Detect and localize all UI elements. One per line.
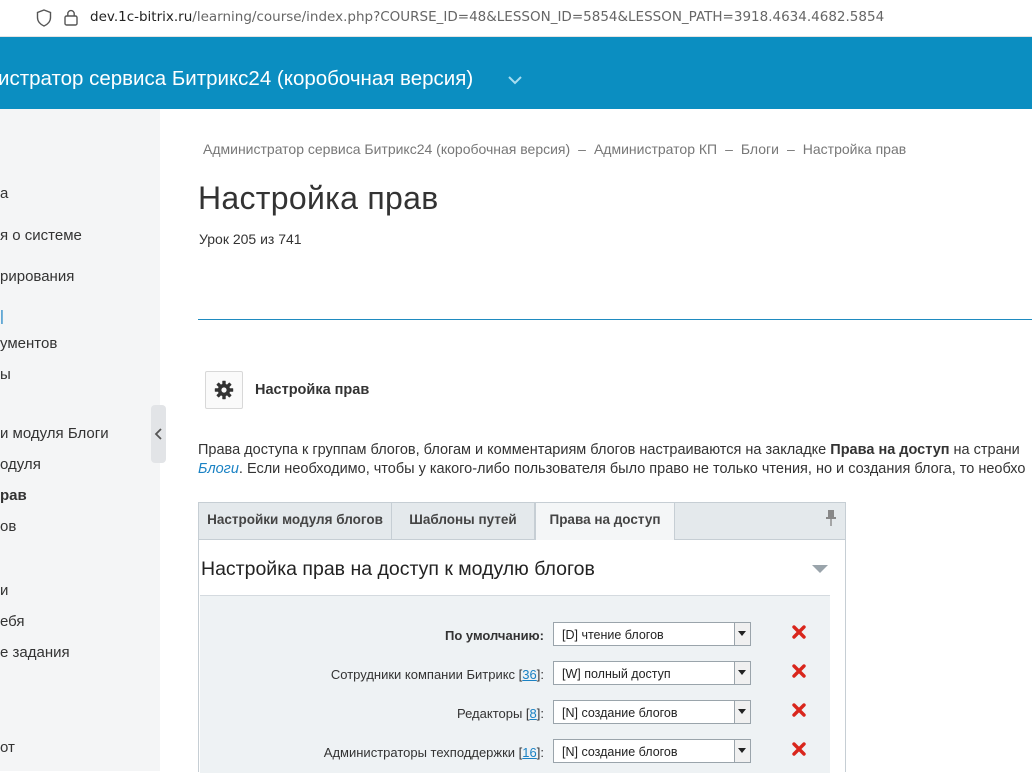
breadcrumb-item[interactable]: Блоги	[741, 141, 779, 157]
description-text: Права доступа к группам блогов, блогам и…	[198, 441, 1032, 479]
url-text[interactable]: dev.1c-bitrix.ru/learning/course/index.p…	[90, 9, 884, 25]
divider	[198, 319, 1032, 320]
gear-icon	[214, 380, 234, 400]
breadcrumb-item-current[interactable]: Настройка прав	[803, 141, 906, 157]
delete-icon[interactable]	[792, 625, 806, 639]
permission-label: По умолчанию:	[444, 628, 544, 643]
permission-label: Редакторы [8]:	[457, 706, 544, 721]
top-header: истратор сервиса Битрикс24 (коробочная в…	[0, 37, 1032, 109]
breadcrumb-item[interactable]: Администратор КП	[594, 141, 717, 157]
permission-row: Редакторы [8]: [N] создание блогов	[200, 700, 830, 726]
gear-icon-box	[205, 371, 243, 409]
select-value: [D] чтение блогов	[562, 628, 664, 642]
sidebar-item[interactable]: ументов	[0, 335, 57, 352]
delete-icon[interactable]	[792, 703, 806, 717]
select-value: [W] полный доступ	[562, 667, 671, 681]
select-value: [N] создание блогов	[562, 745, 678, 759]
sidebar: а я о системе рирования | ументов ы и мо…	[0, 109, 160, 771]
pin-icon[interactable]	[825, 509, 837, 527]
tabs-bar: Настройки модуля блогов Шаблоны путей Пр…	[199, 503, 845, 540]
permission-row: Администраторы техподдержки [16]: [N] со…	[200, 739, 830, 765]
chevron-down-icon[interactable]	[507, 74, 523, 86]
delete-icon[interactable]	[792, 664, 806, 678]
dropdown-arrow-icon[interactable]	[734, 740, 750, 762]
tab-path-templates[interactable]: Шаблоны путей	[392, 503, 535, 539]
section-title: Настройка прав на доступ к модулю блогов	[201, 558, 595, 580]
shield-icon[interactable]	[36, 9, 52, 27]
lesson-counter: Урок 205 из 741	[199, 231, 302, 247]
sidebar-collapse-button[interactable]	[151, 405, 166, 463]
permission-select[interactable]: [W] полный доступ	[553, 661, 751, 685]
tab-module-settings[interactable]: Настройки модуля блогов	[199, 503, 392, 539]
admin-settings-panel: Настройки модуля блогов Шаблоны путей Пр…	[198, 502, 846, 773]
breadcrumb: Администратор сервиса Битрикс24 (коробоч…	[203, 141, 906, 157]
lock-icon[interactable]	[64, 9, 78, 26]
breadcrumb-separator: –	[786, 141, 795, 157]
sidebar-item[interactable]: а	[0, 185, 8, 202]
breadcrumb-item[interactable]: Администратор сервиса Битрикс24 (коробоч…	[203, 141, 570, 157]
group-count-link[interactable]: 36	[522, 667, 536, 682]
desc-text: . Если необходимо, чтобы у какого-либо п…	[238, 461, 1026, 477]
permission-select[interactable]: [N] создание блогов	[553, 700, 751, 724]
sidebar-item[interactable]: ов	[0, 518, 16, 535]
permission-label: Сотрудники компании Битрикс [36]:	[330, 667, 544, 682]
settings-label: Настройка прав	[255, 382, 370, 398]
permission-select[interactable]: [N] создание блогов	[553, 739, 751, 763]
chevron-left-icon	[154, 428, 162, 440]
tab-access-rights[interactable]: Права на доступ	[535, 503, 675, 540]
sidebar-item[interactable]: и модуля Блоги	[0, 425, 109, 442]
sidebar-item[interactable]: |	[0, 308, 4, 325]
group-count-link[interactable]: 16	[522, 745, 536, 760]
permission-row: Сотрудники компании Битрикс [36]: [W] по…	[200, 661, 830, 687]
url-path: /learning/course/index.php?COURSE_ID=48&…	[192, 9, 885, 25]
permission-label: Администраторы техподдержки [16]:	[323, 745, 544, 760]
desc-text: Права доступа к группам блогов, блогам и…	[198, 442, 831, 458]
url-domain: dev.1c-bitrix.ru	[90, 9, 193, 25]
dropdown-arrow-icon[interactable]	[734, 662, 750, 684]
sidebar-item[interactable]: и	[0, 582, 8, 599]
desc-bold: Права на доступ	[830, 442, 950, 458]
permissions-form: По умолчанию: [D] чтение блогов Сотрудни…	[200, 595, 830, 773]
page-title: Настройка прав	[198, 180, 439, 216]
group-count-link[interactable]: 8	[530, 706, 537, 721]
select-value: [N] создание блогов	[562, 706, 678, 720]
permission-row: По умолчанию: [D] чтение блогов	[200, 622, 830, 648]
browser-url-bar[interactable]: dev.1c-bitrix.ru/learning/course/index.p…	[0, 0, 1032, 37]
sidebar-item[interactable]: ы	[0, 366, 11, 383]
sidebar-item[interactable]: я о системе	[0, 227, 82, 244]
delete-icon[interactable]	[792, 742, 806, 756]
sidebar-item[interactable]: от	[0, 739, 15, 756]
dropdown-arrow-icon[interactable]	[734, 701, 750, 723]
desc-text: на страни	[949, 442, 1020, 458]
permission-select[interactable]: [D] чтение блогов	[553, 622, 751, 646]
sidebar-item[interactable]: ебя	[0, 613, 25, 630]
breadcrumb-separator: –	[725, 141, 733, 157]
sidebar-item[interactable]: одуля	[0, 456, 41, 473]
dropdown-arrow-icon[interactable]	[734, 623, 750, 645]
sidebar-item[interactable]: рирования	[0, 268, 74, 285]
sidebar-item[interactable]: е задания	[0, 644, 70, 661]
sidebar-item-active[interactable]: рав	[0, 487, 27, 504]
blogs-link[interactable]: Блоги	[198, 461, 239, 477]
header-title[interactable]: истратор сервиса Битрикс24 (коробочная в…	[0, 67, 473, 91]
breadcrumb-separator: –	[578, 141, 586, 157]
collapse-arrow-icon[interactable]	[811, 564, 829, 574]
